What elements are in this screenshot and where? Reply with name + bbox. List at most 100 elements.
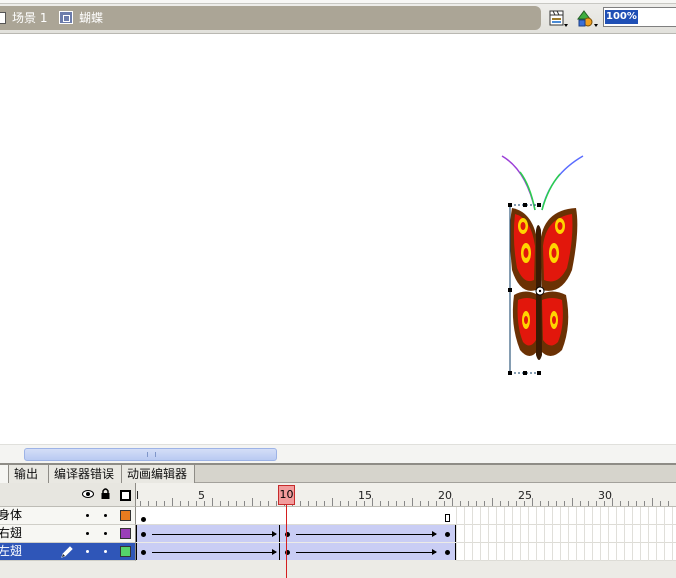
frame-column-line [472, 507, 473, 561]
keyframe-dot[interactable] [445, 550, 450, 555]
layer-name: 右翅 [0, 526, 23, 540]
frame-column-line [672, 507, 673, 561]
layer-row-left-wing[interactable]: 左翅 [0, 543, 136, 561]
ruler-tick [604, 501, 605, 506]
frame-ruler[interactable]: l 5 15 20 25 30 [136, 483, 676, 507]
layer-name: 身体 [0, 508, 23, 522]
tab-timeline[interactable] [0, 465, 9, 483]
lock-icon[interactable] [100, 488, 111, 500]
edit-scene-button[interactable] [548, 9, 570, 29]
body-frames [136, 507, 456, 525]
tween-arrow [152, 531, 277, 537]
ruler-tick [380, 501, 381, 506]
ruler-tick [588, 501, 589, 506]
frame-number: 20 [438, 489, 452, 502]
ruler-tick [164, 501, 165, 506]
ruler-tick [412, 498, 413, 506]
scrollbar-thumb[interactable] [24, 448, 277, 461]
lock-dot[interactable] [104, 532, 107, 535]
tab-compiler-errors[interactable]: 编译器错误 [49, 465, 122, 483]
layer-header [0, 483, 136, 507]
ruler-tick [300, 501, 301, 506]
layer-row-body[interactable]: 身体 [0, 507, 136, 525]
ruler-tick [348, 501, 349, 506]
frame-column-line [648, 507, 649, 561]
layer-color-swatch[interactable] [120, 546, 131, 557]
ruler-tick [580, 501, 581, 506]
tab-label: 动画编辑器 [127, 467, 188, 481]
ruler-tick [516, 501, 517, 506]
tween-arrow [152, 549, 277, 555]
stage[interactable] [0, 35, 676, 444]
lock-dot[interactable] [104, 550, 107, 553]
visibility-dot[interactable] [86, 550, 89, 553]
visibility-dot[interactable] [86, 514, 89, 517]
ruler-tick [260, 501, 261, 506]
frame-column-line [608, 507, 609, 561]
layer-color-swatch[interactable] [120, 510, 131, 521]
ruler-tick [228, 501, 229, 506]
ruler-tick [572, 498, 573, 506]
frame-column-line [632, 507, 633, 561]
ruler-tick [508, 501, 509, 506]
ruler-tick [476, 501, 477, 506]
edit-symbol-button[interactable] [576, 9, 600, 29]
ruler-tick [564, 501, 565, 506]
butterfly-graphic[interactable] [490, 150, 590, 385]
ruler-tick [468, 501, 469, 506]
ruler-tick [436, 501, 437, 506]
pencil-icon [61, 546, 73, 558]
frame-column-line [480, 507, 481, 561]
ruler-tick [492, 498, 493, 506]
frame-column-line [536, 507, 537, 561]
ruler-tick [372, 498, 373, 506]
tween-arrow [296, 531, 437, 537]
ruler-tick [628, 501, 629, 506]
tab-motion-editor[interactable]: 动画编辑器 [122, 465, 195, 483]
visibility-dot[interactable] [86, 532, 89, 535]
ruler-tick [356, 501, 357, 506]
frame-column-line [528, 507, 529, 561]
ruler-tick [340, 501, 341, 506]
ruler-tick [452, 498, 453, 506]
ruler-tick [148, 501, 149, 506]
frame-number: l [136, 489, 140, 502]
frame-end-marker[interactable] [445, 514, 450, 522]
ruler-tick [500, 501, 501, 506]
keyframe-dot[interactable] [445, 532, 450, 537]
eye-icon[interactable] [82, 489, 94, 499]
frame-column-line [512, 507, 513, 561]
tab-output[interactable]: 输出 [9, 465, 49, 483]
keyframe-dot[interactable] [141, 550, 146, 555]
ruler-tick [556, 501, 557, 506]
layer-color-swatch[interactable] [120, 528, 131, 539]
frame-column-line [656, 507, 657, 561]
lock-dot[interactable] [104, 514, 107, 517]
keyframe-dot[interactable] [141, 532, 146, 537]
ruler-tick [236, 501, 237, 506]
breadcrumb-symbol-label: 蝴蝶 [79, 11, 104, 25]
frame-column-line [584, 507, 585, 561]
breadcrumb: 场景 1 蝴蝶 [0, 6, 541, 30]
frame-column-line [664, 507, 665, 561]
frame-number: 25 [518, 489, 532, 502]
ruler-tick [484, 501, 485, 506]
ruler-tick [660, 501, 661, 506]
keyframe-dot[interactable] [141, 517, 146, 522]
stage-horizontal-scrollbar[interactable] [0, 444, 676, 463]
playhead[interactable]: 10 [278, 485, 295, 505]
ruler-tick [188, 501, 189, 506]
layer-row-right-wing[interactable]: 右翅 [0, 525, 136, 543]
scene-icon [0, 12, 6, 24]
ruler-tick [276, 501, 277, 506]
frame-number: 30 [598, 489, 612, 502]
frame-column-line [544, 507, 545, 561]
ruler-tick [308, 501, 309, 506]
frame-column-line [640, 507, 641, 561]
outline-toggle-icon[interactable] [120, 490, 131, 501]
frame-grid[interactable] [136, 507, 676, 578]
frame-column-line [464, 507, 465, 561]
ruler-tick [532, 498, 533, 506]
zoom-field[interactable]: 100% [603, 7, 676, 27]
flash-editor: 场景 1 蝴蝶 100% 输出 编译器错误 动画编辑器 身体 右翅 左翅 l 5… [0, 0, 676, 578]
